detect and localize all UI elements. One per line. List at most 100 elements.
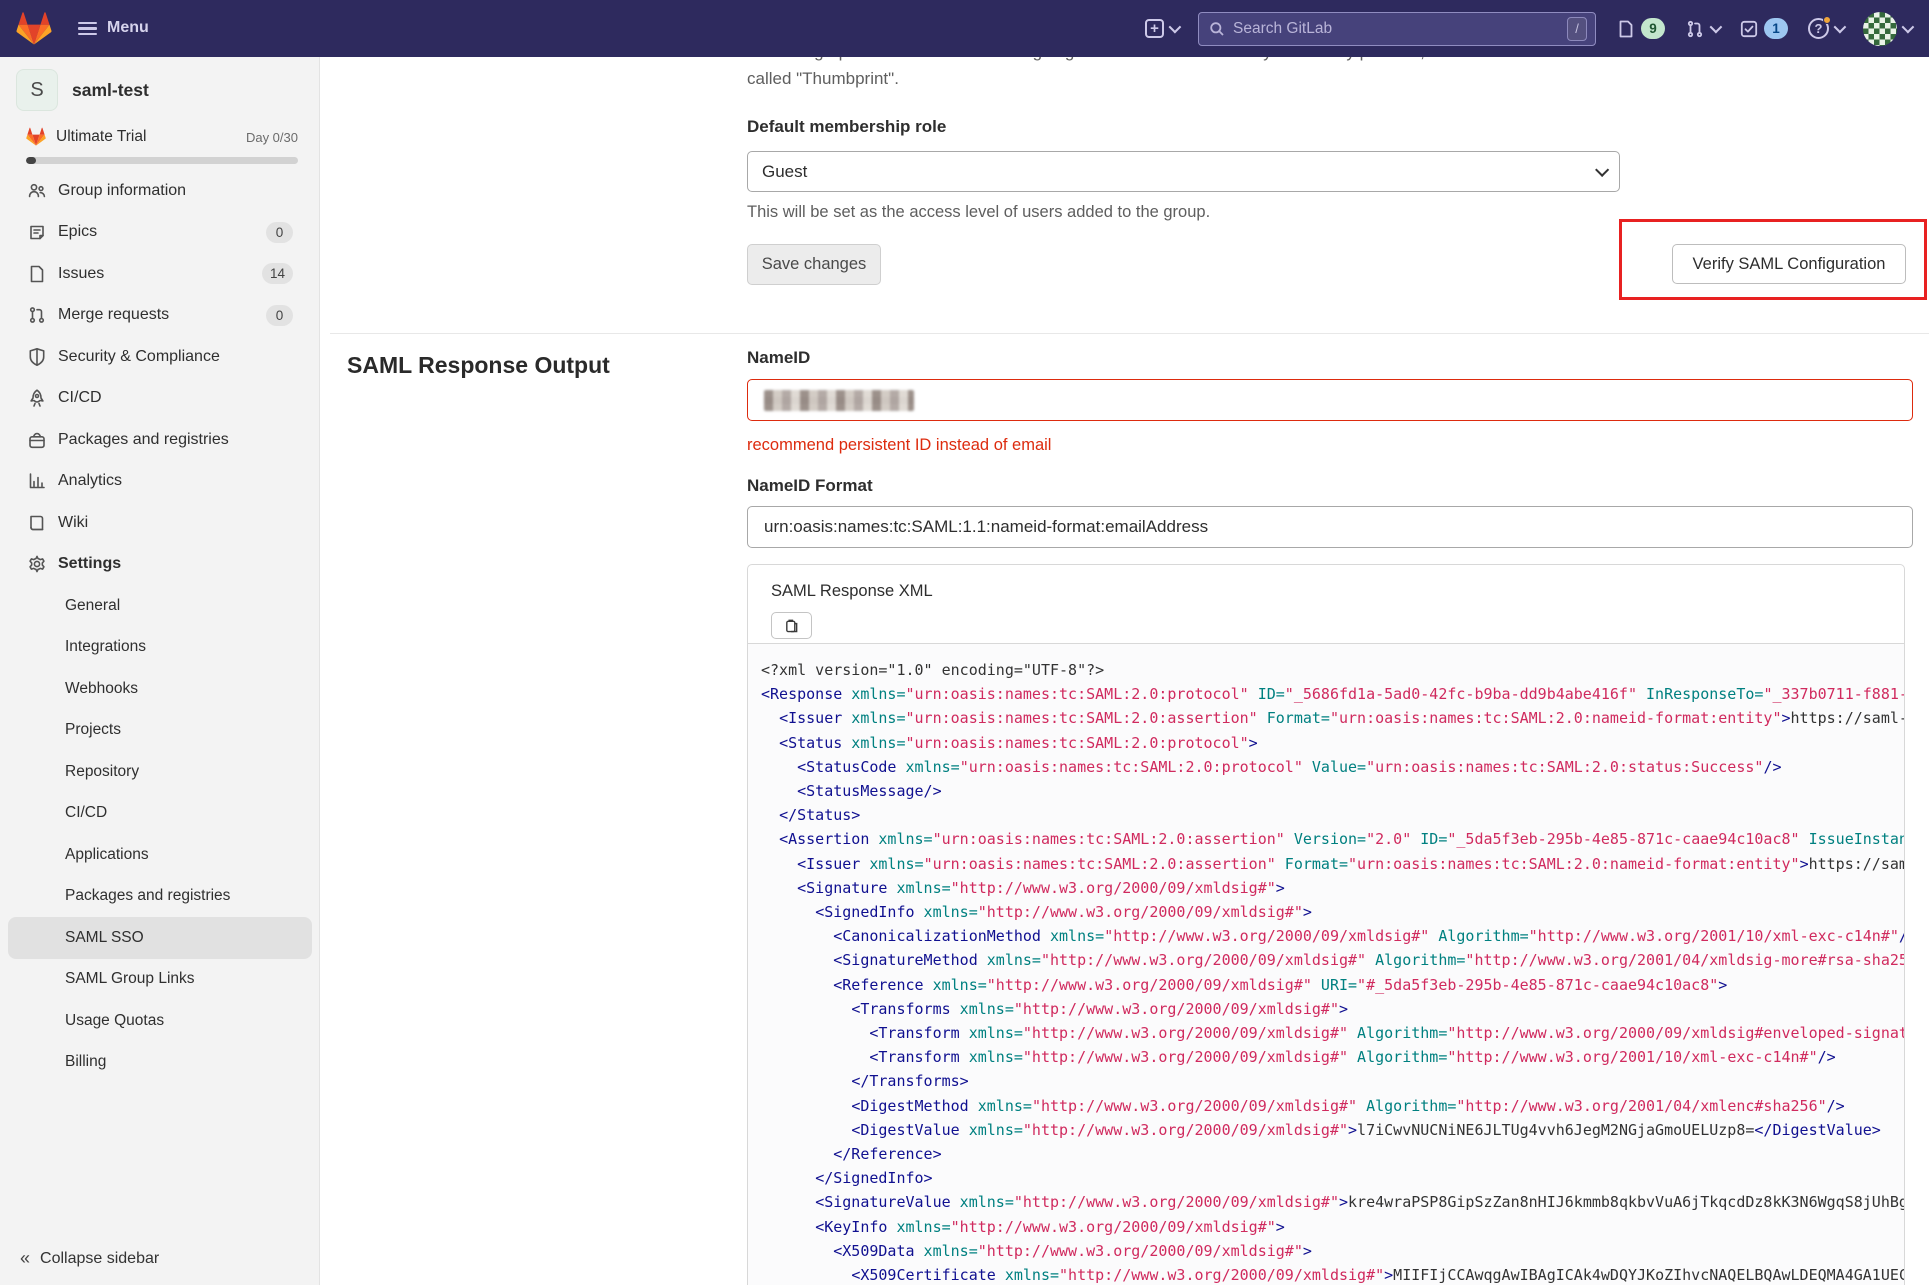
sidebar-item-group-information[interactable]: Group information [0,170,320,212]
sidebar-item-webhooks[interactable]: Webhooks [8,668,312,710]
sidebar-item-label: Security & Compliance [58,347,220,365]
sidebar-item-ci-cd[interactable]: CI/CD [8,793,312,835]
group-information-icon [28,183,46,198]
issues-dropdown-button[interactable]: 9 [1616,18,1665,39]
sidebar-settings-subnav: General Integrations Webhooks Projects Repos… [0,585,320,1083]
chevron-down-icon [1833,20,1847,34]
merge-request-icon [1687,20,1703,37]
chart-icon [29,473,45,489]
membership-role-select[interactable]: Guest [747,151,1620,192]
sidebar-item-settings[interactable]: Settings [0,544,320,586]
xml-code-line: <CanonicalizationMethod xmlns="http://ww… [833,927,1904,946]
sidebar-item-usage-quotas[interactable]: Usage Quotas [8,1000,312,1042]
group-name: saml-test [72,79,149,100]
epics-icon [30,225,44,240]
merge-requests-dropdown-button[interactable] [1685,19,1723,39]
group-avatar: S [16,69,58,111]
sidebar-item-applications[interactable]: Applications [8,834,312,876]
membership-role-label: Default membership role [747,117,947,136]
sidebar-item-saml-group-links[interactable]: SAML Group Links [8,959,312,1001]
sidebar-item-analytics[interactable]: Analytics [0,461,320,503]
xml-code-line: </Status> [779,806,861,825]
count-badge: 14 [261,263,293,285]
todos-count-badge: 1 [1764,18,1788,39]
xml-code-line: <Issuer xmlns="urn:oasis:names:tc:SAML:2… [797,854,1904,873]
xml-code-line: <Transforms xmlns="http://www.w3.org/200… [851,999,1349,1018]
saml-response-xml-panel: SAML Response XML <?xml version="1.0" en… [747,564,1905,1285]
xml-code: <?xml version="1.0" encoding="UTF-8"?> <R… [748,644,1904,1285]
clipboard-icon [786,619,798,633]
trial-progress-bar [26,157,298,164]
todo-check-icon [1740,20,1758,37]
sidebar-item-label: Issues [58,264,105,282]
collapse-sidebar-button[interactable]: « Collapse sidebar [20,1248,159,1269]
nameid-label: NameID [747,348,811,367]
menu-label: Menu [107,19,149,37]
sidebar-item-repository[interactable]: Repository [8,751,312,793]
search-input[interactable]: Search GitLab / [1198,11,1596,46]
sidebar-item-epics[interactable]: Epics 0 [0,212,320,254]
sidebar-item-packages-and-registries[interactable]: Packages and registries [8,876,312,918]
nameid-format-value: urn:oasis:names:tc:SAML:1.1:nameid-forma… [764,517,1209,536]
membership-role-helper: This will be set as the access level of … [747,203,1211,221]
sidebar-item-label: Merge requests [58,306,170,324]
xml-code-line: <SignatureMethod xmlns="http://www.w3.or… [833,951,1904,970]
xml-code-line: <Transform xmlns="http://www.w3.org/2000… [869,1024,1904,1043]
new-menu-button[interactable]: + [1145,19,1182,38]
search-placeholder: Search GitLab [1233,19,1333,37]
chevron-down-icon [1901,20,1915,34]
sidebar-item-label: CI/CD [58,389,102,407]
sidebar-item-security-compliance[interactable]: Security & Compliance [0,336,320,378]
user-menu-button[interactable] [1863,11,1915,46]
section-divider [330,333,1929,334]
xml-panel-title: SAML Response XML [771,582,933,600]
sidebar-item-merge-requests[interactable]: Merge requests 0 [0,295,320,337]
xml-code-line: <Status xmlns="urn:oasis:names:tc:SAML:2… [779,733,1258,752]
sidebar-item-label: Epics [58,223,98,241]
notification-dot [1823,16,1831,24]
issues-icon [30,265,44,283]
sidebar-item-ci-cd[interactable]: CI/CD [0,378,320,420]
collapse-sidebar-label: Collapse sidebar [40,1249,160,1267]
copy-button[interactable] [771,612,812,639]
sidebar-item-integrations[interactable]: Integrations [8,627,312,669]
gear-icon [29,555,45,573]
sidebar-item-general[interactable]: General [8,585,312,627]
chevron-down-icon [1168,20,1182,34]
sidebar-item-label: Group information [58,181,187,199]
sidebar-item-projects[interactable]: Projects [8,710,312,752]
redacted-email-value [764,389,914,411]
xml-code-line: <Reference xmlns="http://www.w3.org/2000… [833,975,1728,994]
sidebar-item-wiki[interactable]: Wiki [0,502,320,544]
xml-code-line: <Issuer xmlns="urn:oasis:names:tc:SAML:2… [779,709,1904,728]
avatar [1863,11,1897,46]
sidebar: S saml-test Ultimate Trial Day 0/30 Grou… [0,57,320,1285]
verify-saml-configuration-button[interactable]: Verify SAML Configuration [1672,244,1906,284]
xml-code-area[interactable]: <?xml version="1.0" encoding="UTF-8"?> <R… [748,643,1904,1285]
xml-code-line: </Transforms> [851,1072,969,1091]
xml-code-line: <KeyInfo xmlns="http://www.w3.org/2000/0… [815,1217,1285,1236]
xml-code-line: <Transform xmlns="http://www.w3.org/2000… [869,1048,1836,1067]
sidebar-item-saml-sso[interactable]: SAML SSO [8,917,312,959]
save-changes-button[interactable]: Save changes [747,244,881,285]
xml-code-line: <DigestMethod xmlns="http://www.w3.org/2… [851,1096,1845,1115]
gitlab-logo-icon[interactable] [16,11,52,47]
nameid-input[interactable] [747,379,1913,421]
sidebar-item-billing[interactable]: Billing [8,1042,312,1084]
xml-code-line: <SignedInfo xmlns="http://www.w3.org/200… [815,903,1312,922]
trial-widget[interactable]: Ultimate Trial Day 0/30 [26,127,298,164]
chevron-double-left-icon: « [20,1248,31,1268]
trial-label: Ultimate Trial [56,128,147,145]
sidebar-item-issues[interactable]: Issues 14 [0,253,320,295]
help-menu-button[interactable]: ? [1808,16,1847,39]
todos-button[interactable]: 1 [1739,18,1788,39]
xml-code-line: </Reference> [833,1145,942,1164]
sidebar-group-context[interactable]: S saml-test [16,69,149,111]
search-icon [1210,21,1224,36]
xml-code-line: <SignatureValue xmlns="http://www.w3.org… [815,1193,1904,1212]
menu-button[interactable]: Menu [78,18,149,39]
nameid-format-input[interactable]: urn:oasis:names:tc:SAML:1.1:nameid-forma… [747,506,1913,548]
sidebar-item-packages-and-registries[interactable]: Packages and registries [0,419,320,461]
xml-code-line: <X509Certificate xmlns="http://www.w3.or… [851,1266,1904,1285]
xml-code-line: <StatusMessage/> [797,782,942,801]
